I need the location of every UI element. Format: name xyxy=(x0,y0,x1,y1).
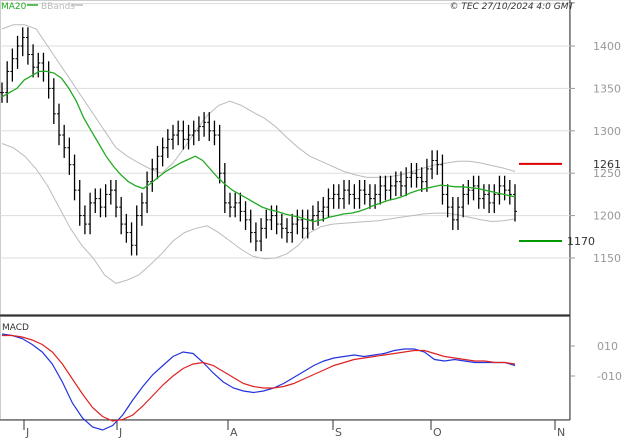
copyright-timestamp: © TEC 27/10/2024 4:0 GMT xyxy=(449,2,575,12)
y-tick-label: 1150 xyxy=(593,252,621,265)
x-tick-label: S xyxy=(335,426,342,439)
y-tick-label: 1400 xyxy=(593,40,621,53)
ma20-line xyxy=(1,70,516,223)
legend-bbands: BBands xyxy=(41,2,75,12)
x-tick-label: A xyxy=(230,426,238,439)
support-label: 1170 xyxy=(567,235,595,248)
y-tick-label: 1200 xyxy=(593,210,621,223)
x-tick-label: J xyxy=(118,426,122,439)
y-tick-label: 1300 xyxy=(593,125,621,138)
x-tick-label: J xyxy=(25,426,29,439)
ma20-path xyxy=(1,70,516,223)
legend-ma20: MA20 xyxy=(1,2,27,12)
macd-label: MACD xyxy=(2,323,29,333)
bband-upper xyxy=(1,24,516,178)
macd-lines xyxy=(1,333,516,431)
y-tick-label: 1350 xyxy=(593,82,621,95)
signal-line xyxy=(2,334,516,422)
x-tick-label: O xyxy=(433,426,442,439)
x-axis: JJASON xyxy=(23,420,565,439)
price-panel xyxy=(0,0,570,315)
macd-line xyxy=(1,333,516,431)
macd-tick-label: 010 xyxy=(597,340,618,353)
ohlc-bars xyxy=(0,27,517,256)
macd-tick-label: -010 xyxy=(597,370,622,383)
x-tick-label: N xyxy=(557,426,565,439)
bollinger-bands xyxy=(1,24,516,284)
resistance-label: 1261 xyxy=(593,158,621,171)
price-chart: 140013501300125012001150010-010 JJASON 1… xyxy=(0,0,622,439)
y-axis: 140013501300125012001150010-010 xyxy=(570,40,622,383)
macd-panel xyxy=(0,316,570,420)
